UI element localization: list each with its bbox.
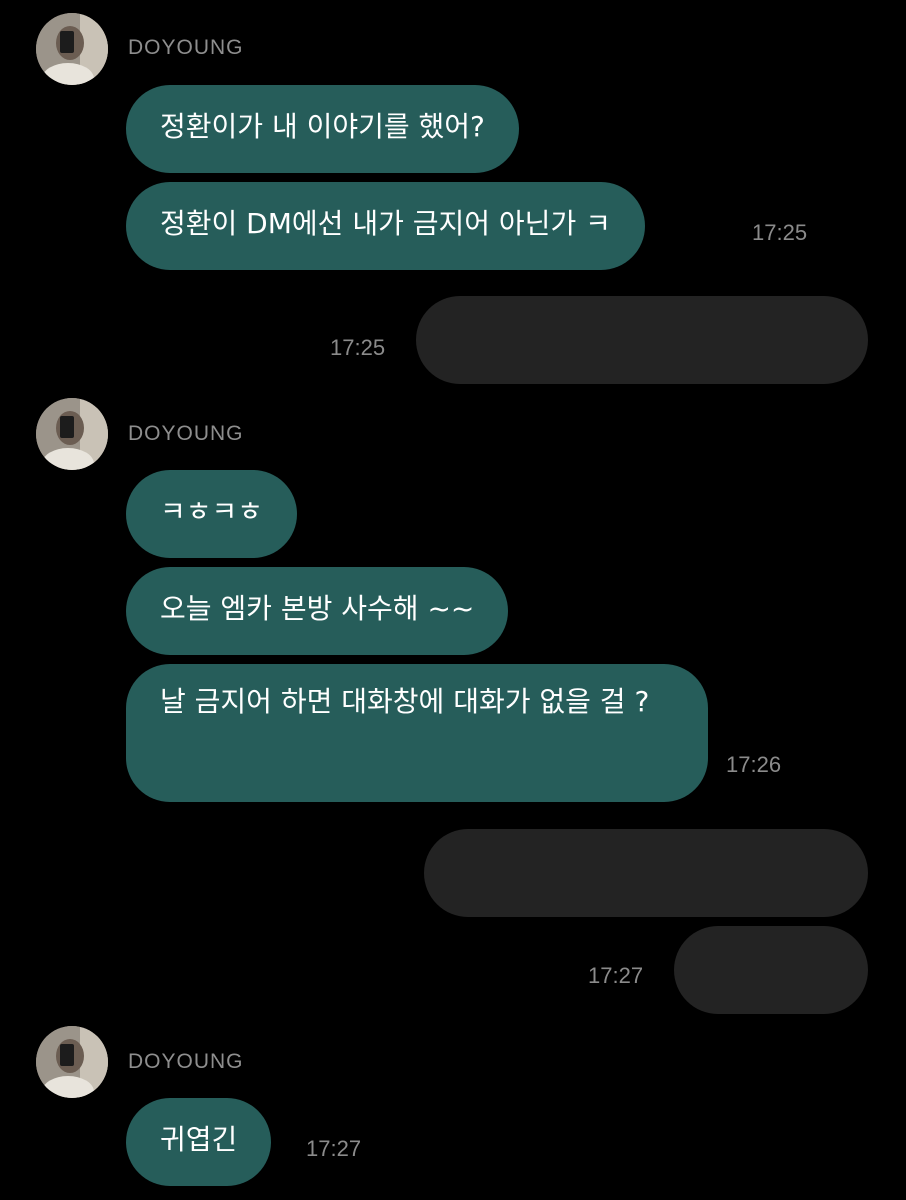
message-bubble[interactable]: 정환이가 내 이야기를 했어?: [126, 85, 519, 173]
message-text: 정환이가 내 이야기를 했어?: [160, 110, 485, 143]
sender-name: DOYOUNG: [128, 36, 244, 59]
avatar[interactable]: [36, 1026, 108, 1098]
profile-photo-icon: [36, 398, 108, 470]
sender-name: DOYOUNG: [128, 1050, 244, 1073]
message-bubble[interactable]: 정환이 DM에선 내가 금지어 아닌가 ㅋ: [126, 182, 645, 270]
message-timestamp: 17:27: [306, 1136, 362, 1161]
message-bubble[interactable]: 오늘 엠카 본방 사수해 ~~: [126, 567, 509, 655]
message-timestamp: 17:25: [752, 220, 808, 245]
message-timestamp: 17:26: [726, 752, 782, 777]
message-bubble[interactable]: 귀엽긴: [126, 1098, 272, 1186]
outgoing-message-bubble[interactable]: [674, 926, 868, 1014]
message-timestamp: 17:25: [330, 335, 386, 360]
message-bubble[interactable]: 날 금지어 하면 대화창에 대화가 없을 걸 ?: [126, 664, 708, 802]
avatar[interactable]: [36, 13, 108, 85]
avatar[interactable]: [36, 398, 108, 470]
outgoing-message-bubble[interactable]: [416, 296, 868, 384]
message-text: 오늘 엠카 본방 사수해 ~~: [160, 592, 475, 625]
outgoing-message-bubble[interactable]: [424, 829, 868, 917]
profile-photo-icon: [36, 1026, 108, 1098]
message-timestamp: 17:27: [588, 963, 644, 988]
message-text: ㅋㅎㅋㅎ: [160, 495, 264, 528]
sender-name: DOYOUNG: [128, 422, 244, 445]
message-bubble[interactable]: ㅋㅎㅋㅎ: [126, 470, 298, 558]
message-text: 정환이 DM에선 내가 금지어 아닌가 ㅋ: [160, 207, 611, 240]
message-text: 날 금지어 하면 대화창에 대화가 없을 걸 ?: [160, 685, 650, 718]
message-text: 귀엽긴: [160, 1123, 238, 1156]
profile-photo-icon: [36, 13, 108, 85]
